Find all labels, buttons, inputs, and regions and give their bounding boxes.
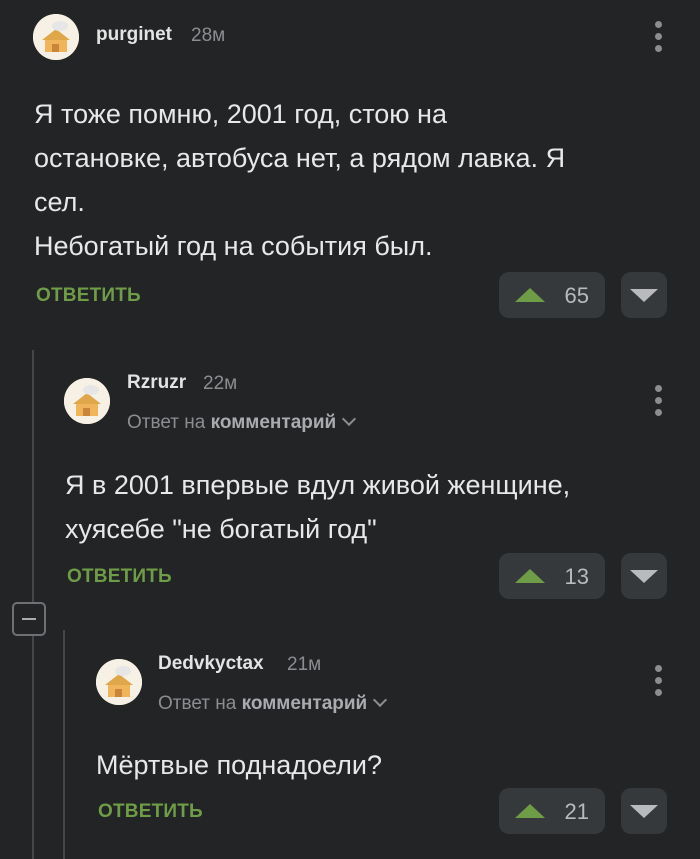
username[interactable]: Dedvkyctax: [158, 653, 264, 675]
reply-button[interactable]: ОТВЕТИТЬ: [36, 285, 141, 307]
vote-count: 21: [564, 799, 589, 824]
collapse-minus-icon: [22, 618, 36, 620]
downvote-button[interactable]: [621, 553, 667, 599]
more-vertical-icon: [655, 665, 662, 672]
reply-to-prefix: Ответ на: [158, 693, 237, 714]
reply-to-target[interactable]: комментарий: [242, 693, 368, 714]
reply-to-link[interactable]: Ответ на комментарий: [127, 411, 357, 434]
avatar[interactable]: [64, 378, 110, 424]
more-options-button[interactable]: [655, 665, 663, 697]
avatar[interactable]: [96, 659, 142, 705]
comment-text: Я в 2001 впервые вдул живой женщине, хуя…: [65, 470, 571, 544]
thread-line-level-2: [63, 630, 65, 859]
comment-purginet: purginet 28м Я тоже помню, 2001 год, сто…: [0, 0, 700, 330]
comment-text: Мёртвые поднадоели?: [96, 750, 383, 780]
reply-to-link[interactable]: Ответ на комментарий: [158, 692, 388, 715]
avatar-house-icon: [96, 659, 142, 705]
username[interactable]: Rzruzr: [127, 372, 186, 394]
avatar-house-icon: [64, 378, 110, 424]
avatar-house-icon: [33, 14, 79, 60]
chevron-down-icon[interactable]: [373, 692, 388, 708]
timestamp: 21м: [287, 654, 322, 675]
collapse-thread-button[interactable]: [12, 602, 46, 636]
downvote-arrow-icon: [630, 805, 658, 818]
more-options-button[interactable]: [655, 385, 663, 417]
timestamp: 22м: [203, 373, 238, 394]
reply-to-target[interactable]: комментарий: [211, 412, 337, 433]
downvote-button[interactable]: [621, 272, 667, 318]
vote-count: 13: [564, 564, 589, 589]
timestamp: 28м: [191, 25, 226, 46]
avatar[interactable]: [33, 14, 79, 60]
vote-count: 65: [564, 283, 589, 308]
upvote-button[interactable]: 65: [499, 272, 605, 318]
upvote-arrow-icon: [515, 804, 545, 818]
comment-text: Я тоже помню, 2001 год, стою на остановк…: [34, 99, 566, 261]
reply-button[interactable]: ОТВЕТИТЬ: [67, 566, 172, 588]
reply-to-prefix: Ответ на: [127, 412, 206, 433]
upvote-arrow-icon: [515, 569, 545, 583]
more-vertical-icon: [655, 21, 662, 28]
downvote-arrow-icon: [630, 570, 658, 583]
reply-button[interactable]: ОТВЕТИТЬ: [98, 801, 203, 823]
username[interactable]: purginet: [96, 24, 172, 46]
more-options-button[interactable]: [655, 21, 663, 53]
chevron-down-icon[interactable]: [342, 411, 357, 427]
upvote-arrow-icon: [515, 288, 545, 302]
more-vertical-icon: [655, 385, 662, 392]
upvote-button[interactable]: 13: [499, 553, 605, 599]
upvote-button[interactable]: 21: [499, 788, 605, 834]
downvote-arrow-icon: [630, 289, 658, 302]
downvote-button[interactable]: [621, 788, 667, 834]
